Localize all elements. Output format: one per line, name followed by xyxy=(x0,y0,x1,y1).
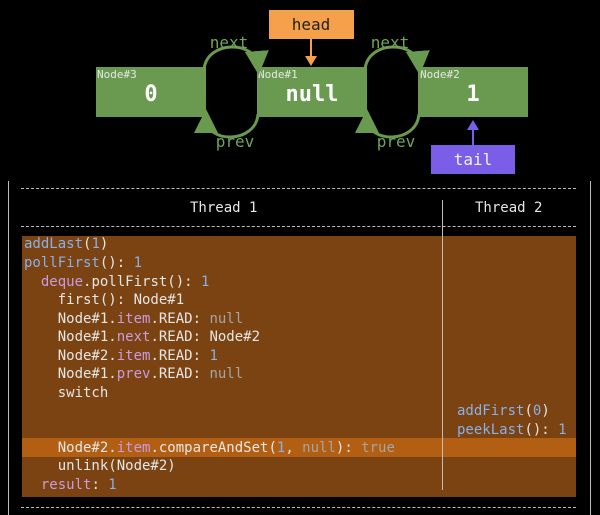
t1-line-node1-next-read: Node#1.next.READ: Node#2 xyxy=(24,329,261,345)
thread1-header: Thread 1 xyxy=(190,200,258,216)
t1-line-node2-item-read: Node#2.item.READ: 1 xyxy=(24,348,218,364)
interleaving-table: Thread 1 Thread 2 addLast(1) pollFirst()… xyxy=(0,0,600,515)
t2-line-peeklast: peekLast(): 1 xyxy=(457,422,567,438)
t2-line-addfirst: addFirst(0) xyxy=(457,403,550,419)
t1-line-switch: switch xyxy=(24,385,109,401)
t1-line-node1-prev-read: Node#1.prev.READ: null xyxy=(24,366,244,382)
t1-line-compareandset: Node#2.item.compareAndSet(1, null): true xyxy=(24,440,395,456)
t1-line-deque-pollfirst: deque.pollFirst(): 1 xyxy=(40,274,210,290)
t1-line-pollfirst: pollFirst(): 1 xyxy=(24,255,143,271)
t1-line-addlast: addLast(1) xyxy=(24,236,109,252)
thread2-header: Thread 2 xyxy=(475,200,543,216)
t1-line-result: result: 1 xyxy=(40,477,117,493)
t1-line-first: first(): Node#1 xyxy=(24,292,185,308)
t1-line-node1-item-read: Node#1.item.READ: null xyxy=(24,311,244,327)
t1-line-unlink: unlink(Node#2) xyxy=(24,458,176,474)
